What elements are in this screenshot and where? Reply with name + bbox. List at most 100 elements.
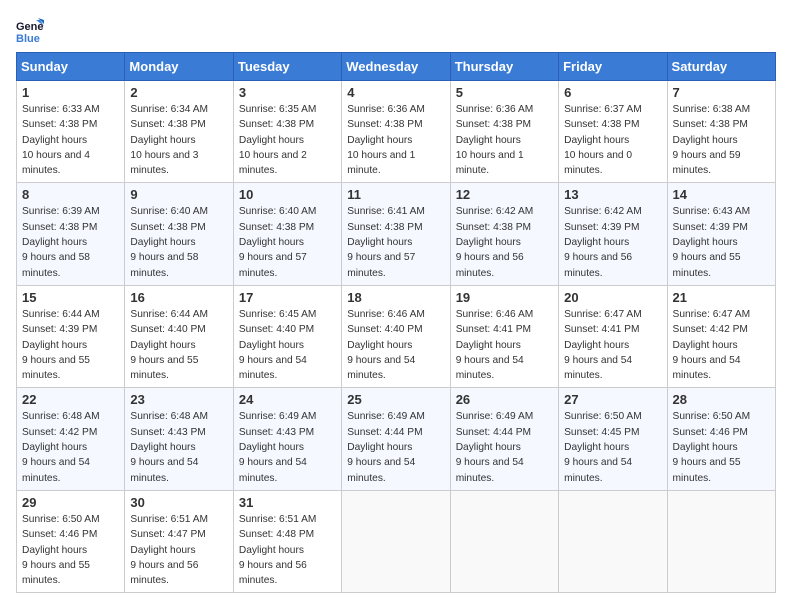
day-number: 8 [22, 187, 119, 202]
day-info: Sunrise: 6:48 AM Sunset: 4:42 PM Dayligh… [22, 409, 119, 485]
day-header-sunday: Sunday [17, 53, 125, 81]
week-row-2: 8 Sunrise: 6:39 AM Sunset: 4:38 PM Dayli… [17, 183, 776, 285]
day-cell: 7 Sunrise: 6:38 AM Sunset: 4:38 PM Dayli… [667, 81, 775, 183]
day-header-monday: Monday [125, 53, 233, 81]
day-cell: 18 Sunrise: 6:46 AM Sunset: 4:40 PM Dayl… [342, 285, 450, 387]
day-cell: 4 Sunrise: 6:36 AM Sunset: 4:38 PM Dayli… [342, 81, 450, 183]
day-number: 10 [239, 187, 336, 202]
day-cell: 15 Sunrise: 6:44 AM Sunset: 4:39 PM Dayl… [17, 285, 125, 387]
day-info: Sunrise: 6:33 AM Sunset: 4:38 PM Dayligh… [22, 102, 119, 178]
week-row-3: 15 Sunrise: 6:44 AM Sunset: 4:39 PM Dayl… [17, 285, 776, 387]
day-info: Sunrise: 6:41 AM Sunset: 4:38 PM Dayligh… [347, 204, 444, 280]
day-info: Sunrise: 6:48 AM Sunset: 4:43 PM Dayligh… [130, 409, 227, 485]
day-info: Sunrise: 6:36 AM Sunset: 4:38 PM Dayligh… [347, 102, 444, 178]
day-cell: 29 Sunrise: 6:50 AM Sunset: 4:46 PM Dayl… [17, 490, 125, 592]
day-cell: 16 Sunrise: 6:44 AM Sunset: 4:40 PM Dayl… [125, 285, 233, 387]
svg-text:Blue: Blue [16, 33, 40, 44]
day-number: 17 [239, 290, 336, 305]
day-info: Sunrise: 6:42 AM Sunset: 4:39 PM Dayligh… [564, 204, 661, 280]
day-number: 2 [130, 85, 227, 100]
day-number: 20 [564, 290, 661, 305]
calendar-table: SundayMondayTuesdayWednesdayThursdayFrid… [16, 52, 776, 593]
day-number: 4 [347, 85, 444, 100]
day-cell [667, 490, 775, 592]
day-number: 15 [22, 290, 119, 305]
day-number: 24 [239, 392, 336, 407]
day-cell: 27 Sunrise: 6:50 AM Sunset: 4:45 PM Dayl… [559, 388, 667, 490]
day-cell: 14 Sunrise: 6:43 AM Sunset: 4:39 PM Dayl… [667, 183, 775, 285]
day-cell: 20 Sunrise: 6:47 AM Sunset: 4:41 PM Dayl… [559, 285, 667, 387]
day-number: 3 [239, 85, 336, 100]
day-info: Sunrise: 6:47 AM Sunset: 4:41 PM Dayligh… [564, 307, 661, 383]
calendar-header-row: SundayMondayTuesdayWednesdayThursdayFrid… [17, 53, 776, 81]
day-info: Sunrise: 6:44 AM Sunset: 4:39 PM Dayligh… [22, 307, 119, 383]
day-cell: 8 Sunrise: 6:39 AM Sunset: 4:38 PM Dayli… [17, 183, 125, 285]
day-info: Sunrise: 6:49 AM Sunset: 4:44 PM Dayligh… [347, 409, 444, 485]
day-number: 31 [239, 495, 336, 510]
day-info: Sunrise: 6:44 AM Sunset: 4:40 PM Dayligh… [130, 307, 227, 383]
day-info: Sunrise: 6:45 AM Sunset: 4:40 PM Dayligh… [239, 307, 336, 383]
day-cell: 30 Sunrise: 6:51 AM Sunset: 4:47 PM Dayl… [125, 490, 233, 592]
day-cell: 11 Sunrise: 6:41 AM Sunset: 4:38 PM Dayl… [342, 183, 450, 285]
week-row-1: 1 Sunrise: 6:33 AM Sunset: 4:38 PM Dayli… [17, 81, 776, 183]
day-cell [450, 490, 558, 592]
day-cell: 6 Sunrise: 6:37 AM Sunset: 4:38 PM Dayli… [559, 81, 667, 183]
day-info: Sunrise: 6:51 AM Sunset: 4:47 PM Dayligh… [130, 512, 227, 588]
logo: General Blue [16, 16, 48, 44]
day-info: Sunrise: 6:40 AM Sunset: 4:38 PM Dayligh… [239, 204, 336, 280]
day-header-tuesday: Tuesday [233, 53, 341, 81]
day-number: 25 [347, 392, 444, 407]
day-cell: 23 Sunrise: 6:48 AM Sunset: 4:43 PM Dayl… [125, 388, 233, 490]
day-cell: 25 Sunrise: 6:49 AM Sunset: 4:44 PM Dayl… [342, 388, 450, 490]
day-info: Sunrise: 6:49 AM Sunset: 4:43 PM Dayligh… [239, 409, 336, 485]
day-info: Sunrise: 6:36 AM Sunset: 4:38 PM Dayligh… [456, 102, 553, 178]
day-info: Sunrise: 6:46 AM Sunset: 4:40 PM Dayligh… [347, 307, 444, 383]
day-info: Sunrise: 6:50 AM Sunset: 4:46 PM Dayligh… [673, 409, 770, 485]
day-number: 6 [564, 85, 661, 100]
day-number: 22 [22, 392, 119, 407]
day-info: Sunrise: 6:34 AM Sunset: 4:38 PM Dayligh… [130, 102, 227, 178]
day-cell: 19 Sunrise: 6:46 AM Sunset: 4:41 PM Dayl… [450, 285, 558, 387]
day-number: 19 [456, 290, 553, 305]
day-cell: 24 Sunrise: 6:49 AM Sunset: 4:43 PM Dayl… [233, 388, 341, 490]
day-number: 1 [22, 85, 119, 100]
day-number: 23 [130, 392, 227, 407]
day-cell: 28 Sunrise: 6:50 AM Sunset: 4:46 PM Dayl… [667, 388, 775, 490]
day-cell: 2 Sunrise: 6:34 AM Sunset: 4:38 PM Dayli… [125, 81, 233, 183]
day-cell: 3 Sunrise: 6:35 AM Sunset: 4:38 PM Dayli… [233, 81, 341, 183]
calendar-body: 1 Sunrise: 6:33 AM Sunset: 4:38 PM Dayli… [17, 81, 776, 593]
day-cell: 22 Sunrise: 6:48 AM Sunset: 4:42 PM Dayl… [17, 388, 125, 490]
day-number: 28 [673, 392, 770, 407]
day-info: Sunrise: 6:51 AM Sunset: 4:48 PM Dayligh… [239, 512, 336, 588]
day-info: Sunrise: 6:38 AM Sunset: 4:38 PM Dayligh… [673, 102, 770, 178]
day-cell: 1 Sunrise: 6:33 AM Sunset: 4:38 PM Dayli… [17, 81, 125, 183]
day-number: 11 [347, 187, 444, 202]
week-row-5: 29 Sunrise: 6:50 AM Sunset: 4:46 PM Dayl… [17, 490, 776, 592]
day-info: Sunrise: 6:50 AM Sunset: 4:45 PM Dayligh… [564, 409, 661, 485]
day-info: Sunrise: 6:42 AM Sunset: 4:38 PM Dayligh… [456, 204, 553, 280]
day-header-thursday: Thursday [450, 53, 558, 81]
day-number: 27 [564, 392, 661, 407]
day-info: Sunrise: 6:49 AM Sunset: 4:44 PM Dayligh… [456, 409, 553, 485]
day-number: 5 [456, 85, 553, 100]
week-row-4: 22 Sunrise: 6:48 AM Sunset: 4:42 PM Dayl… [17, 388, 776, 490]
day-number: 29 [22, 495, 119, 510]
day-cell: 26 Sunrise: 6:49 AM Sunset: 4:44 PM Dayl… [450, 388, 558, 490]
day-info: Sunrise: 6:40 AM Sunset: 4:38 PM Dayligh… [130, 204, 227, 280]
day-cell: 31 Sunrise: 6:51 AM Sunset: 4:48 PM Dayl… [233, 490, 341, 592]
day-number: 14 [673, 187, 770, 202]
logo-icon: General Blue [16, 16, 44, 44]
day-info: Sunrise: 6:39 AM Sunset: 4:38 PM Dayligh… [22, 204, 119, 280]
day-number: 9 [130, 187, 227, 202]
day-cell: 9 Sunrise: 6:40 AM Sunset: 4:38 PM Dayli… [125, 183, 233, 285]
day-number: 13 [564, 187, 661, 202]
day-info: Sunrise: 6:43 AM Sunset: 4:39 PM Dayligh… [673, 204, 770, 280]
day-cell: 17 Sunrise: 6:45 AM Sunset: 4:40 PM Dayl… [233, 285, 341, 387]
day-number: 7 [673, 85, 770, 100]
day-info: Sunrise: 6:37 AM Sunset: 4:38 PM Dayligh… [564, 102, 661, 178]
day-info: Sunrise: 6:47 AM Sunset: 4:42 PM Dayligh… [673, 307, 770, 383]
day-header-friday: Friday [559, 53, 667, 81]
day-cell: 21 Sunrise: 6:47 AM Sunset: 4:42 PM Dayl… [667, 285, 775, 387]
day-cell: 12 Sunrise: 6:42 AM Sunset: 4:38 PM Dayl… [450, 183, 558, 285]
day-cell [342, 490, 450, 592]
